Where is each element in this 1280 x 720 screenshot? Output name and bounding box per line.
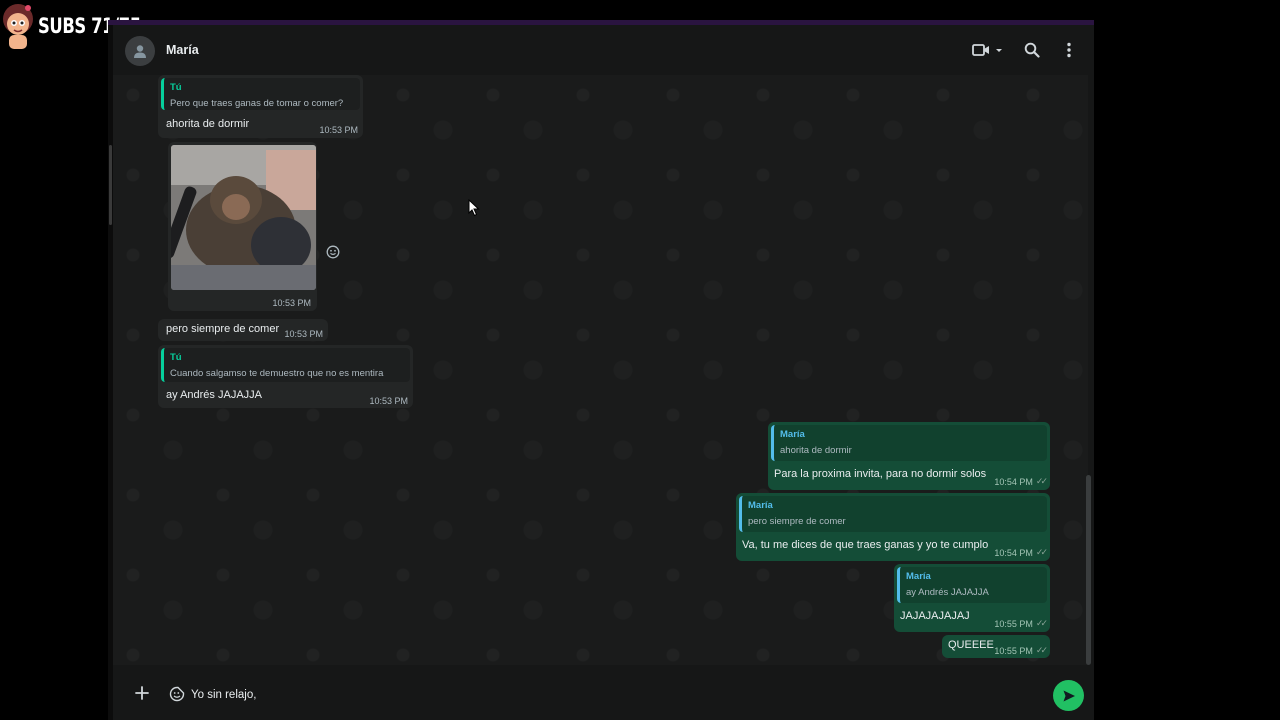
message-scrollbar[interactable]: [1086, 75, 1091, 665]
message-text: Va, tu me dices de que traes ganas y yo …: [742, 539, 989, 551]
menu-button[interactable]: [1059, 40, 1079, 60]
read-receipt-icon: ✓✓: [1035, 645, 1048, 655]
chat-window: María Tú Pero que traes ganas de tomar o…: [108, 25, 1094, 720]
message-outgoing[interactable]: María pero siempre de comer Va, tu me di…: [736, 493, 1050, 561]
message-text: ay Andrés JAJAJJA: [166, 389, 262, 401]
quote-text: pero siempre de comer: [748, 516, 846, 527]
message-incoming[interactable]: Tú Cuando salgamso te demuestro que no e…: [158, 345, 413, 408]
message-incoming[interactable]: Tú Pero que traes ganas de tomar o comer…: [158, 75, 363, 138]
quoted-message[interactable]: Tú Cuando salgamso te demuestro que no e…: [161, 348, 410, 382]
message-time: 10:53 PM: [272, 298, 311, 308]
contact-name[interactable]: María: [166, 43, 199, 57]
quote-text: ay Andrés JAJAJJA: [906, 587, 989, 598]
message-incoming-image[interactable]: 10:53 PM: [168, 142, 317, 311]
message-text: QUEEEE: [948, 639, 994, 651]
message-time: 10:55 PM: [994, 618, 1033, 629]
message-time: 10:53 PM: [319, 125, 358, 135]
quote-author: María: [906, 571, 931, 582]
contact-avatar[interactable]: [125, 36, 155, 66]
more-options-icon: [1067, 42, 1071, 58]
read-receipt-icon: ✓✓: [1035, 547, 1048, 557]
monkey-sleeping-photo[interactable]: [171, 145, 316, 290]
message-meta: 10:55 PM ✓✓: [994, 645, 1048, 656]
message-input[interactable]: [191, 683, 891, 707]
quote-author: Tú: [170, 352, 182, 363]
read-receipt-icon: ✓✓: [1035, 618, 1048, 628]
message-incoming[interactable]: pero siempre de comer 10:53 PM: [158, 319, 328, 341]
send-button[interactable]: [1053, 680, 1084, 711]
quoted-message[interactable]: María ahorita de dormir: [771, 425, 1047, 461]
quote-author: María: [748, 500, 773, 511]
message-text: pero siempre de comer: [166, 323, 280, 335]
quote-text: ahorita de dormir: [780, 445, 852, 456]
emoji-button[interactable]: [169, 686, 185, 707]
quote-author: Tú: [170, 82, 182, 93]
plus-icon: [135, 686, 149, 700]
message-time: 10:54 PM: [994, 476, 1033, 487]
message-meta: 10:54 PM ✓✓: [994, 476, 1048, 487]
user-avatar-icon: [134, 45, 146, 58]
chat-header[interactable]: María: [113, 25, 1094, 75]
message-meta: 10:55 PM ✓✓: [994, 618, 1048, 629]
search-icon: [1024, 42, 1040, 58]
sticker-icon: [169, 686, 185, 702]
message-outgoing[interactable]: María ahorita de dormir Para la proxima …: [768, 422, 1050, 490]
search-button[interactable]: [1021, 40, 1043, 60]
scrollbar-thumb[interactable]: [1086, 475, 1091, 665]
send-icon: [1063, 690, 1075, 701]
message-time: 10:53 PM: [369, 396, 408, 406]
message-meta: 10:54 PM ✓✓: [994, 547, 1048, 558]
message-text: JAJAJAJAJAJ: [900, 610, 970, 622]
message-list[interactable]: Tú Pero que traes ganas de tomar o comer…: [113, 75, 1088, 665]
quoted-message[interactable]: María ay Andrés JAJAJJA: [897, 567, 1047, 603]
message-text: Para la proxima invita, para no dormir s…: [774, 468, 987, 480]
mouse-cursor-icon: [468, 199, 480, 217]
message-time: 10:53 PM: [284, 329, 323, 339]
video-call-icon: [972, 44, 989, 56]
quote-text: Cuando salgamso te demuestro que no es m…: [170, 368, 384, 379]
message-text: ahorita de dormir: [166, 118, 250, 130]
message-time: 10:55 PM: [994, 645, 1033, 656]
cartoon-avatar-icon: [3, 4, 33, 49]
composer: [113, 675, 1094, 720]
chevron-down-icon: [996, 49, 1002, 52]
attach-button[interactable]: [135, 686, 149, 705]
message-outgoing[interactable]: María ay Andrés JAJAJJA JAJAJAJAJAJ 10:5…: [894, 564, 1050, 632]
left-scroll-thumb[interactable]: [109, 145, 112, 225]
read-receipt-icon: ✓✓: [1035, 476, 1048, 486]
message-time: 10:54 PM: [994, 547, 1033, 558]
message-outgoing[interactable]: QUEEEE 10:55 PM ✓✓: [942, 635, 1050, 658]
quote-author: María: [780, 429, 805, 440]
react-button[interactable]: [326, 245, 340, 264]
quoted-message[interactable]: Tú Pero que traes ganas de tomar o comer…: [161, 78, 360, 110]
quoted-message[interactable]: María pero siempre de comer: [739, 496, 1047, 532]
quote-text: Pero que traes ganas de tomar o comer?: [170, 98, 344, 109]
emoji-react-icon: [326, 245, 340, 259]
video-call-button[interactable]: [968, 40, 1008, 60]
